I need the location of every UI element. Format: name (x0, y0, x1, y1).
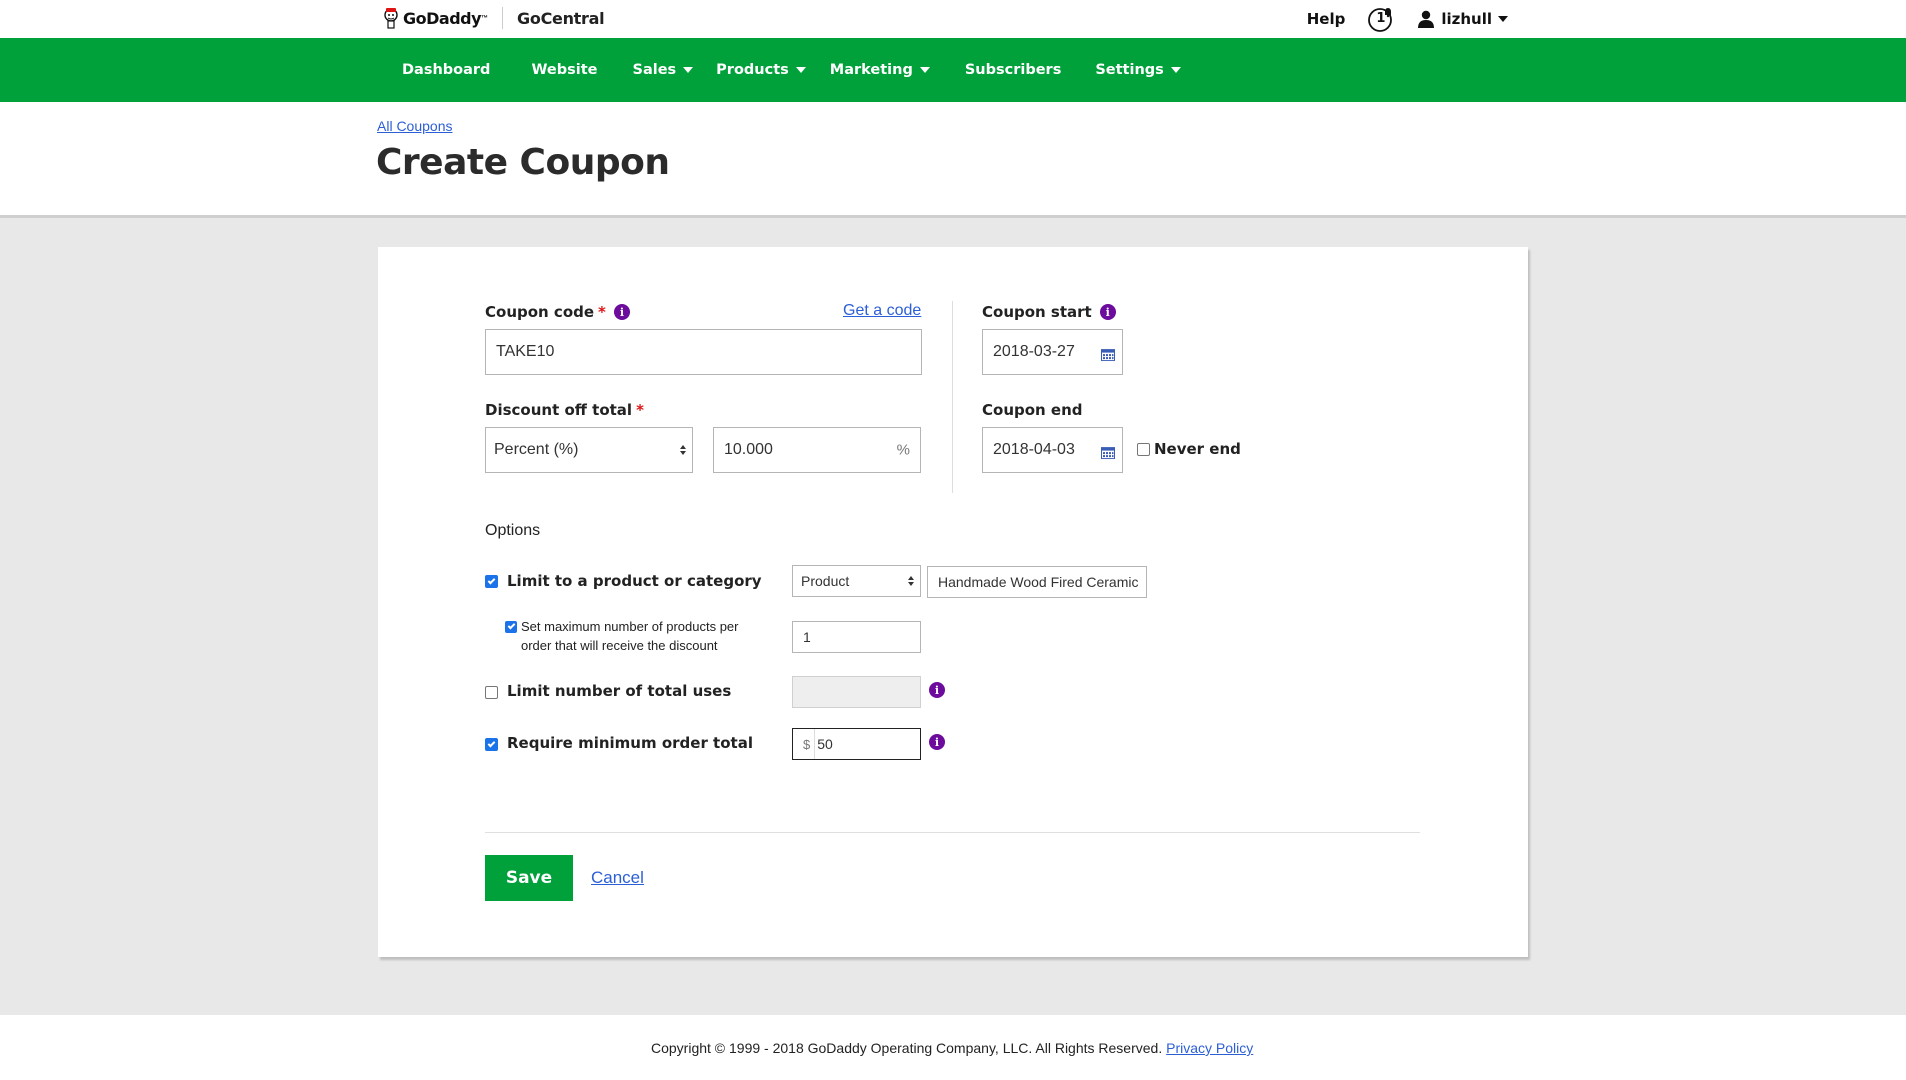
info-icon[interactable]: i (929, 734, 945, 750)
never-end-label: Never end (1154, 440, 1241, 458)
chevron-down-icon (1498, 16, 1508, 22)
product-search-input[interactable]: Handmade Wood Fired Ceramic (927, 566, 1147, 598)
brand-name: GoDaddy (403, 8, 482, 28)
godaddy-mascot-icon (382, 6, 400, 30)
product-name: GoCentral (517, 8, 605, 28)
form-divider (485, 832, 1420, 833)
nav-item-website[interactable]: Website (531, 62, 597, 78)
footer-text: Copyright © 1999 - 2018 GoDaddy Operatin… (651, 1040, 1253, 1056)
discount-type-select[interactable]: Percent (%) (485, 427, 693, 473)
brand-trademark: ™ (481, 14, 489, 22)
info-icon[interactable]: i (613, 304, 630, 320)
coupon-start-label: Coupon start i (982, 303, 1116, 321)
max-products-checkbox[interactable] (505, 621, 517, 633)
cancel-link[interactable]: Cancel (591, 868, 644, 888)
get-a-code-link[interactable]: Get a code (843, 302, 921, 320)
main-nav-bar: Dashboard Website Sales Products Marketi… (0, 38, 1906, 102)
column-divider (952, 301, 953, 493)
coupon-end-label: Coupon end (982, 401, 1083, 419)
godaddy-logo[interactable]: GoDaddy ™ GoCentral (382, 3, 605, 33)
min-order-checkbox[interactable] (485, 738, 498, 751)
limit-product-checkbox[interactable] (485, 575, 498, 588)
currency-prefix: $ (793, 729, 816, 759)
required-asterisk: * (636, 401, 644, 419)
top-right-actions: Help 1 lizhull (1307, 0, 1508, 38)
notifications-button[interactable]: 1 (1367, 5, 1395, 33)
nav-item-subscribers[interactable]: Subscribers (965, 62, 1062, 78)
select-arrows-icon (908, 576, 914, 586)
breadcrumb-all-coupons[interactable]: All Coupons (377, 118, 453, 134)
nav-item-dashboard[interactable]: Dashboard (402, 62, 490, 78)
never-end-checkbox[interactable] (1137, 443, 1150, 456)
max-products-label: Set maximum number of products per order… (521, 619, 739, 653)
logo-divider (502, 7, 504, 29)
page-title: Create Coupon (376, 142, 670, 183)
nav-item-settings[interactable]: Settings (1095, 62, 1181, 78)
discount-label: Discount off total * (485, 401, 644, 419)
chevron-down-icon (683, 67, 694, 73)
nav-item-marketing[interactable]: Marketing (830, 62, 930, 78)
min-order-input[interactable]: $ 50 (792, 728, 921, 760)
limit-uses-label: Limit number of total uses (507, 682, 732, 700)
select-arrows-icon (680, 445, 686, 455)
discount-value-input[interactable]: 10.000 % (713, 427, 921, 473)
main-nav: Dashboard Website Sales Products Marketi… (402, 38, 1181, 102)
username: lizhull (1441, 10, 1492, 28)
user-menu[interactable]: lizhull (1417, 10, 1508, 28)
chevron-down-icon (795, 67, 806, 73)
save-button[interactable]: Save (485, 855, 573, 901)
coupon-code-input[interactable]: TAKE10 (485, 329, 922, 375)
required-asterisk: * (598, 303, 606, 321)
top-bar: GoDaddy ™ GoCentral Help 1 lizhull (0, 0, 1906, 38)
limit-uses-checkbox[interactable] (485, 686, 498, 699)
coupon-code-label: Coupon code * i (485, 303, 630, 321)
chevron-down-icon (1170, 67, 1181, 73)
coupon-start-date-input[interactable]: 2018-03-27 (982, 329, 1123, 375)
percent-suffix: % (896, 441, 910, 459)
user-avatar-icon (1418, 10, 1435, 28)
limit-product-type-select[interactable]: Product (792, 565, 921, 597)
page-header: All Coupons Create Coupon (0, 102, 1906, 218)
info-icon[interactable]: i (929, 682, 945, 698)
calendar-icon[interactable] (1101, 446, 1115, 460)
chevron-down-icon (919, 67, 930, 73)
info-icon[interactable]: i (1099, 304, 1116, 320)
coupon-end-date-input[interactable]: 2018-04-03 (982, 427, 1123, 473)
max-products-input[interactable]: 1 (792, 621, 921, 653)
help-link[interactable]: Help (1307, 10, 1346, 28)
options-heading: Options (485, 522, 541, 539)
min-order-label: Require minimum order total (507, 734, 753, 752)
footer: Copyright © 1999 - 2018 GoDaddy Operatin… (0, 1015, 1906, 1080)
limit-uses-input[interactable] (792, 676, 921, 708)
privacy-policy-link[interactable]: Privacy Policy (1166, 1040, 1253, 1056)
calendar-icon[interactable] (1101, 348, 1115, 362)
limit-product-label: Limit to a product or category (507, 572, 762, 590)
notification-count: 1 (1376, 11, 1386, 26)
nav-item-sales[interactable]: Sales (633, 62, 694, 78)
copyright-text: Copyright © 1999 - 2018 GoDaddy Operatin… (651, 1040, 1163, 1056)
nav-item-products[interactable]: Products (716, 62, 806, 78)
